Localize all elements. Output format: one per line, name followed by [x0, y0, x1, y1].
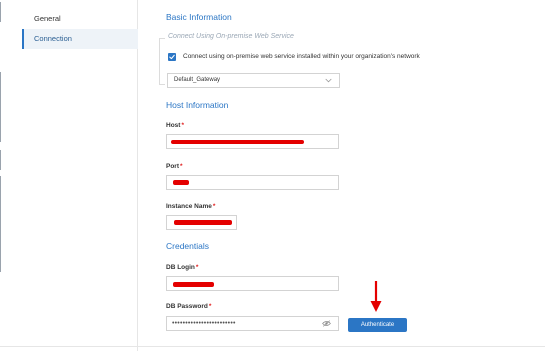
tree-connector-top — [159, 38, 165, 39]
db-login-label: DB Login* — [166, 264, 199, 271]
gateway-select-value: Default_Gateway — [174, 77, 221, 83]
chevron-down-icon — [325, 78, 332, 83]
credentials-heading: Credentials — [166, 241, 209, 251]
password-mask: •••••••••••••••••••••••• — [172, 320, 236, 327]
onpremise-subheading: Connect Using On-premise Web Service — [168, 33, 294, 40]
tree-connector-bottom — [159, 84, 165, 85]
footer-divider — [0, 346, 545, 347]
port-input[interactable] — [166, 175, 339, 190]
onpremise-checkbox-label: Connect using on-premise web service ins… — [183, 53, 420, 60]
port-label: Port* — [166, 163, 183, 170]
instance-name-label: Instance Name* — [166, 203, 216, 210]
db-password-label: DB Password* — [166, 303, 212, 310]
basic-information-heading: Basic Information — [166, 12, 232, 22]
host-input[interactable] — [166, 134, 339, 149]
authenticate-button[interactable]: Authenticate — [348, 318, 407, 332]
db-password-input[interactable]: •••••••••••••••••••••••• — [166, 316, 339, 331]
tree-connector-line — [159, 38, 160, 84]
onpremise-checkbox[interactable] — [168, 53, 176, 61]
gateway-select[interactable]: Default_Gateway — [167, 73, 340, 88]
eye-slash-icon[interactable] — [322, 320, 331, 327]
host-label: Host* — [166, 122, 184, 129]
redaction-mark — [173, 282, 214, 287]
check-icon — [169, 54, 175, 60]
red-arrow-down — [370, 281, 382, 312]
sidebar-item-connection[interactable]: Connection — [22, 29, 138, 49]
db-login-input[interactable] — [166, 276, 339, 291]
connection-settings-panel: General Connection Basic Information Con… — [0, 0, 545, 351]
redaction-mark — [171, 140, 304, 144]
settings-sidebar: General Connection — [22, 0, 138, 351]
sidebar-item-general[interactable]: General — [22, 9, 138, 29]
redaction-mark — [173, 180, 189, 185]
instance-name-input[interactable] — [166, 215, 237, 230]
redaction-mark — [174, 220, 232, 225]
host-information-heading: Host Information — [166, 100, 229, 110]
